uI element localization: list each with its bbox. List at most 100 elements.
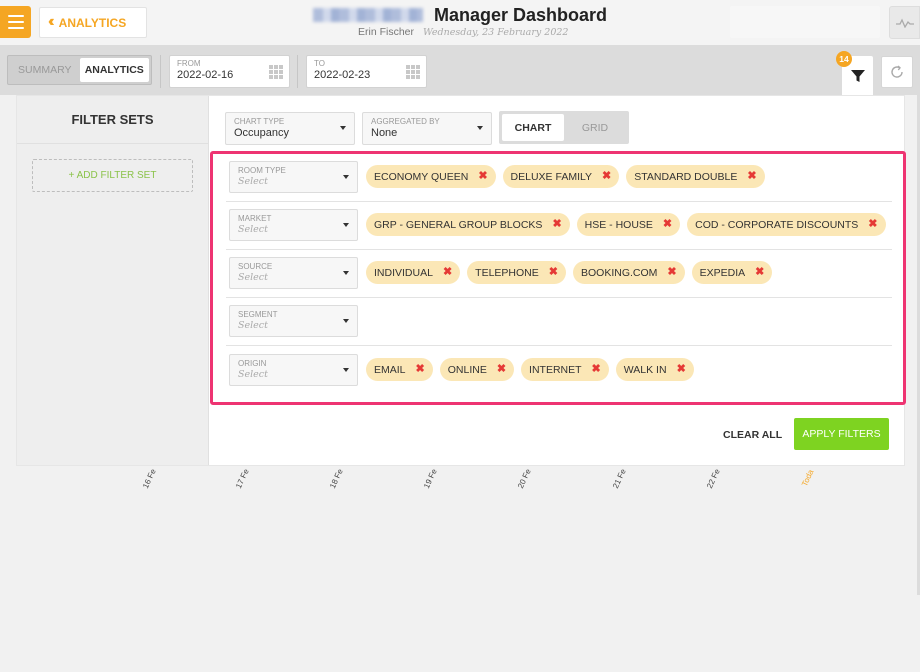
caret-down-icon	[340, 126, 346, 130]
filter-row-room-type: ROOM TYPE Select ECONOMY QUEEN ✖ DELUXE F…	[226, 154, 892, 202]
aggregated-by-select[interactable]: AGGREGATED BY None	[362, 112, 492, 145]
caret-down-icon	[343, 368, 349, 372]
caret-down-icon	[343, 271, 349, 275]
chip-list: ECONOMY QUEEN ✖ DELUXE FAMILY ✖ STANDARD D…	[366, 165, 765, 188]
x-axis-tick: 20 Fe	[516, 467, 533, 490]
close-icon[interactable]: ✖	[755, 267, 764, 278]
filter-placeholder: Select	[238, 272, 268, 283]
chip-list: EMAIL ✖ ONLINE ✖ INTERNET ✖ WALK IN ✖	[366, 358, 694, 381]
filter-chip: INDIVIDUAL ✖	[366, 261, 461, 284]
close-icon[interactable]: ✖	[677, 364, 686, 375]
toggle-grid[interactable]: GRID	[564, 114, 626, 141]
filter-chip: DELUXE FAMILY ✖	[502, 165, 620, 188]
close-icon[interactable]: ✖	[667, 267, 676, 278]
close-icon[interactable]: ✖	[478, 171, 487, 182]
from-date-field[interactable]: FROM 2022-02-16	[169, 55, 290, 88]
current-date: Wednesday, 23 February 2022	[422, 27, 569, 38]
filter-sets-title: FILTER SETS	[17, 96, 208, 144]
calendar-icon[interactable]	[269, 65, 283, 79]
close-icon[interactable]: ✖	[868, 219, 877, 230]
chip-label: ECONOMY QUEEN	[374, 170, 469, 183]
filter-chip: BOOKING.COM ✖	[572, 261, 685, 284]
toggle-chart[interactable]: CHART	[502, 114, 564, 141]
x-axis-tick: 17 Fe	[234, 467, 251, 490]
filter-chip: EXPEDIA ✖	[691, 261, 773, 284]
chart-type-select[interactable]: CHART TYPE Occupancy	[225, 112, 355, 145]
chip-label: STANDARD DOUBLE	[634, 170, 738, 183]
chip-label: TELEPHONE	[475, 266, 539, 279]
activity-button[interactable]	[889, 6, 920, 39]
x-axis-tick: 19 Fe	[422, 467, 439, 490]
close-icon[interactable]: ✖	[416, 364, 425, 375]
reset-button[interactable]	[881, 56, 913, 88]
chip-list: INDIVIDUAL ✖ TELEPHONE ✖ BOOKING.COM ✖ EXPE…	[366, 261, 773, 284]
filter-chip: INTERNET ✖	[521, 358, 609, 381]
from-label: FROM	[177, 59, 201, 68]
market-select[interactable]: MARKET Select	[229, 209, 358, 241]
add-filter-set-button[interactable]: + ADD FILTER SET	[32, 159, 193, 192]
filter-placeholder: Select	[238, 320, 268, 331]
filter-chip: COD - CORPORATE DISCOUNTS ✖	[687, 213, 886, 236]
filter-placeholder: Select	[238, 176, 268, 187]
filter-chip: EMAIL ✖	[366, 358, 433, 381]
x-axis-tick: 21 Fe	[611, 467, 628, 490]
calendar-icon[interactable]	[406, 65, 420, 79]
filter-row-origin: ORIGIN Select EMAIL ✖ ONLINE ✖ INTERNET ✖ W…	[226, 347, 892, 395]
clear-all-button[interactable]: CLEAR ALL	[723, 429, 782, 441]
funnel-icon	[850, 70, 865, 82]
filter-placeholder: Select	[238, 224, 268, 235]
apply-filters-button[interactable]: APPLY FILTERS	[794, 418, 889, 450]
filter-row-source: SOURCE Select INDIVIDUAL ✖ TELEPHONE ✖ BOO…	[226, 250, 892, 298]
filter-chip: ONLINE ✖	[439, 358, 515, 381]
filter-label: SOURCE	[238, 262, 273, 271]
from-value: 2022-02-16	[177, 69, 234, 81]
header-right-area	[730, 6, 880, 38]
x-axis-tick: 18 Fe	[328, 467, 345, 490]
filter-chip: TELEPHONE ✖	[467, 261, 566, 284]
x-axis-tick: 22 Fe	[705, 467, 722, 490]
close-icon[interactable]: ✖	[497, 364, 506, 375]
hamburger-menu-button[interactable]	[0, 6, 31, 38]
filter-label: ROOM TYPE	[238, 166, 286, 175]
tab-summary[interactable]: SUMMARY	[10, 58, 80, 82]
room-type-select[interactable]: ROOM TYPE Select	[229, 161, 358, 193]
to-date-field[interactable]: TO 2022-02-23	[306, 55, 427, 88]
segment-select[interactable]: SEGMENT Select	[229, 305, 358, 337]
source-select[interactable]: SOURCE Select	[229, 257, 358, 289]
filter-label: ORIGIN	[238, 359, 267, 368]
chart-type-label: CHART TYPE	[234, 117, 285, 126]
filters-box: ROOM TYPE Select ECONOMY QUEEN ✖ DELUXE F…	[210, 151, 906, 405]
close-icon[interactable]: ✖	[747, 171, 756, 182]
top-header: ‹‹ ANALYTICS Manager Dashboard Erin Fisc…	[0, 0, 920, 45]
close-icon[interactable]: ✖	[663, 219, 672, 230]
tab-analytics[interactable]: ANALYTICS	[79, 58, 149, 82]
chart-type-value: Occupancy	[234, 127, 290, 139]
origin-select[interactable]: ORIGIN Select	[229, 354, 358, 386]
close-icon[interactable]: ✖	[443, 267, 452, 278]
chip-label: ONLINE	[447, 363, 487, 376]
view-switch: SUMMARY ANALYTICS	[7, 55, 152, 85]
close-icon[interactable]: ✖	[549, 267, 558, 278]
filter-panel: FILTER SETS + ADD FILTER SET CHART TYPE …	[16, 95, 906, 466]
filter-label: SEGMENT	[238, 310, 278, 319]
chip-label: EMAIL	[374, 363, 406, 376]
aggregated-by-value: None	[371, 127, 398, 139]
to-label: TO	[314, 59, 325, 68]
refresh-icon	[891, 65, 903, 78]
filter-row-market: MARKET Select GRP - GENERAL GROUP BLOCKS…	[226, 202, 892, 250]
aggregated-by-label: AGGREGATED BY	[371, 117, 440, 126]
filter-row-segment: SEGMENT Select	[226, 298, 892, 346]
chip-label: INDIVIDUAL	[374, 266, 433, 279]
close-icon[interactable]: ✖	[602, 171, 611, 182]
chip-list: GRP - GENERAL GROUP BLOCKS ✖ HSE - HOUSE ✖…	[366, 213, 886, 236]
analytics-back-button[interactable]: ‹‹ ANALYTICS	[39, 7, 147, 38]
filter-chip: GRP - GENERAL GROUP BLOCKS ✖	[366, 213, 570, 236]
chart-grid-toggle: CHART GRID	[499, 111, 629, 144]
filter-chip: ECONOMY QUEEN ✖	[366, 165, 496, 188]
menu-line	[7, 27, 24, 29]
close-icon[interactable]: ✖	[552, 219, 561, 230]
to-value: 2022-02-23	[314, 69, 371, 81]
close-icon[interactable]: ✖	[592, 364, 601, 375]
caret-down-icon	[343, 319, 349, 323]
filter-placeholder: Select	[238, 369, 268, 380]
